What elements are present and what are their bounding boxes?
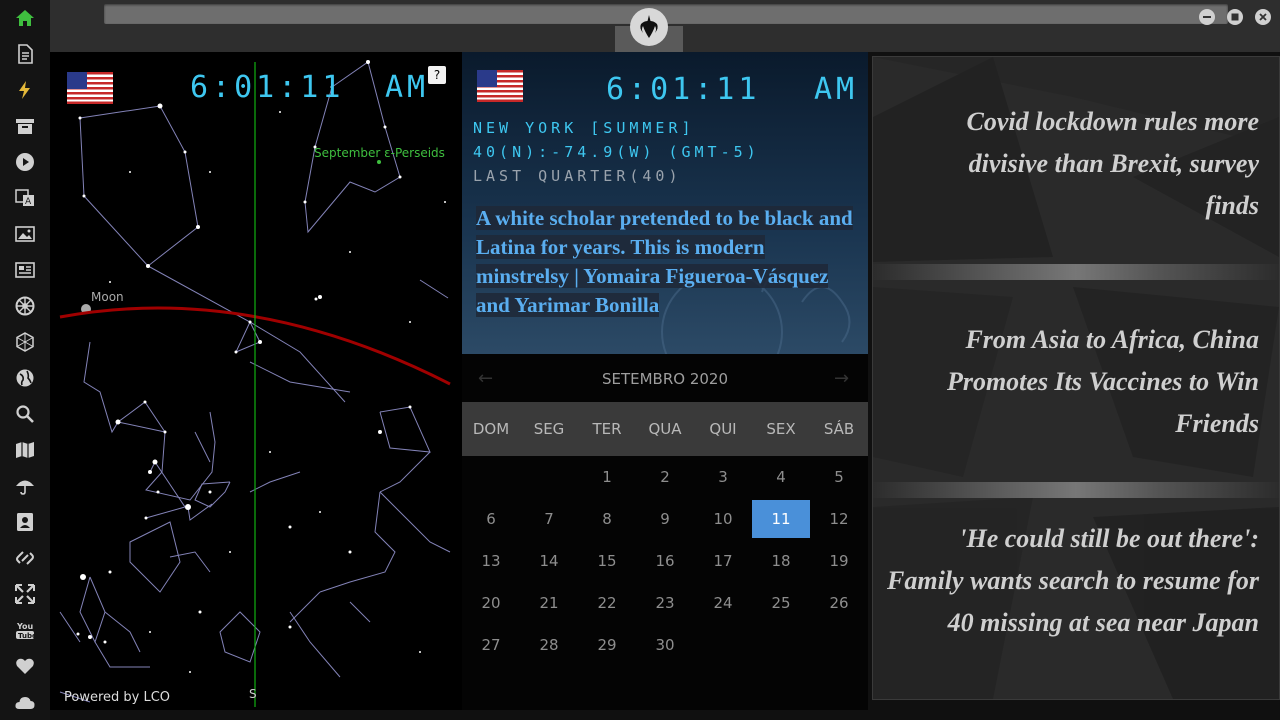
calendar-day[interactable]: 30 xyxy=(636,626,694,664)
calendar-month-title: SETEMBRO 2020 xyxy=(601,370,729,388)
calendar-day[interactable]: 16 xyxy=(636,542,694,580)
news-divider xyxy=(873,482,1279,498)
home-icon[interactable] xyxy=(14,7,36,29)
news-divider xyxy=(873,264,1279,280)
us-flag-icon xyxy=(477,70,523,102)
weekday-header: DOM SEG TER QUA QUI SEX SÁB xyxy=(462,402,868,456)
world-clock-time: 6:01:11 xyxy=(606,72,761,107)
calendar-day[interactable]: 13 xyxy=(462,542,520,580)
next-month-button[interactable]: → xyxy=(834,368,849,389)
weekday-label: SEG xyxy=(533,420,565,438)
calendar-panel: SETEMBRO 2020 ← → DOM SEG TER QUA QUI SEX SÁB … xyxy=(462,354,868,710)
sky-clock-ampm: AM xyxy=(385,70,430,105)
calendar-day-selected[interactable]: 11 xyxy=(752,500,810,538)
translate-icon[interactable]: A xyxy=(14,187,36,209)
heart-icon[interactable] xyxy=(14,655,36,677)
document-icon[interactable] xyxy=(14,43,36,65)
coordinates-label: 40(N):-74.9(W) (GMT-5) xyxy=(473,143,760,161)
rebel-alliance-logo-icon[interactable] xyxy=(630,8,668,46)
youtube-icon[interactable]: You Tube xyxy=(14,619,36,641)
calendar-day[interactable]: 5 xyxy=(810,458,868,496)
moon-phase-label: LAST QUARTER(40) xyxy=(473,167,682,185)
contact-card-icon[interactable] xyxy=(14,511,36,533)
weekday-label: QUI xyxy=(709,420,737,438)
svg-text:Tube: Tube xyxy=(18,632,35,640)
us-flag-icon xyxy=(67,72,113,104)
calendar-day[interactable]: 18 xyxy=(752,542,810,580)
map-icon[interactable] xyxy=(14,439,36,461)
calendar-day[interactable]: 23 xyxy=(636,584,694,622)
calendar-day[interactable]: 7 xyxy=(520,500,578,538)
weekday-label: TER xyxy=(592,420,622,438)
cloud-icon[interactable] xyxy=(14,691,36,713)
star-map-panel[interactable]: 6:01:11 AM ? September ε-Perseids Moon S… xyxy=(50,52,462,710)
newspaper-icon[interactable] xyxy=(14,259,36,281)
calendar-day[interactable]: 14 xyxy=(520,542,578,580)
calendar-day[interactable]: 19 xyxy=(810,542,868,580)
fullscreen-icon[interactable] xyxy=(14,583,36,605)
help-button[interactable]: ? xyxy=(428,66,446,84)
archive-icon[interactable] xyxy=(14,115,36,137)
weekday-label: QUA xyxy=(648,420,682,438)
sky-clock-time: 6:01:11 xyxy=(190,70,345,105)
app-sidebar: A You Tube xyxy=(0,0,50,720)
world-headline[interactable]: A white scholar pretended to be black an… xyxy=(476,204,856,320)
calendar-day[interactable]: 8 xyxy=(578,500,636,538)
calendar-day[interactable]: 20 xyxy=(462,584,520,622)
calendar-day[interactable]: 15 xyxy=(578,542,636,580)
minimize-button[interactable] xyxy=(1199,9,1215,25)
calendar-day[interactable]: 3 xyxy=(694,458,752,496)
world-clock-panel: 6:01:11 AM NEW YORK [SUMMER] 40(N):-74.9… xyxy=(462,52,868,354)
news-panel: Covid lockdown rules more divisive than … xyxy=(872,56,1280,700)
moon-label: Moon xyxy=(91,290,124,304)
hexagon-icon[interactable] xyxy=(14,331,36,353)
link-icon[interactable] xyxy=(14,547,36,569)
calendar-day[interactable]: 10 xyxy=(694,500,752,538)
headline-text[interactable]: A white scholar pretended to be black an… xyxy=(476,206,853,317)
news-headline[interactable]: Covid lockdown rules more divisive than … xyxy=(919,101,1259,227)
image-icon[interactable] xyxy=(14,223,36,245)
calendar-day[interactable]: 29 xyxy=(578,626,636,664)
calendar-day[interactable]: 2 xyxy=(636,458,694,496)
calendar-day[interactable]: 6 xyxy=(462,500,520,538)
svg-text:You: You xyxy=(16,622,34,631)
news-headline[interactable]: 'He could still be out there': Family wa… xyxy=(879,518,1259,644)
bolt-icon[interactable] xyxy=(14,79,36,101)
calendar-day[interactable]: 9 xyxy=(636,500,694,538)
calendar-day[interactable]: 27 xyxy=(462,626,520,664)
calendar-day[interactable]: 25 xyxy=(752,584,810,622)
city-label: NEW YORK [SUMMER] xyxy=(473,119,695,137)
south-direction-label: S xyxy=(249,687,257,701)
calendar-day[interactable]: 4 xyxy=(752,458,810,496)
weekday-label: SEX xyxy=(766,420,796,438)
calendar-day[interactable]: 26 xyxy=(810,584,868,622)
calendar-day[interactable]: 17 xyxy=(694,542,752,580)
weekday-label: DOM xyxy=(472,420,510,438)
calendar-day[interactable]: 21 xyxy=(520,584,578,622)
play-icon[interactable] xyxy=(14,151,36,173)
calendar-day[interactable]: 1 xyxy=(578,458,636,496)
close-button[interactable] xyxy=(1255,9,1271,25)
calendar-day[interactable]: 12 xyxy=(810,500,868,538)
globe-icon[interactable] xyxy=(14,367,36,389)
calendar-day[interactable]: 22 xyxy=(578,584,636,622)
umbrella-icon[interactable] xyxy=(14,475,36,497)
powered-by-label[interactable]: Powered by LCO xyxy=(64,690,170,705)
svg-text:A: A xyxy=(25,197,32,207)
maximize-button[interactable] xyxy=(1227,9,1243,25)
world-clock-ampm: AM xyxy=(814,72,859,107)
search-icon[interactable] xyxy=(14,403,36,425)
empire-icon[interactable] xyxy=(14,295,36,317)
meteor-shower-label: September ε-Perseids xyxy=(314,146,445,160)
prev-month-button[interactable]: ← xyxy=(478,368,493,389)
calendar-day[interactable]: 24 xyxy=(694,584,752,622)
news-headline[interactable]: From Asia to Africa, China Promotes Its … xyxy=(899,319,1259,445)
weekday-label: SÁB xyxy=(823,420,855,438)
calendar-day[interactable]: 28 xyxy=(520,626,578,664)
